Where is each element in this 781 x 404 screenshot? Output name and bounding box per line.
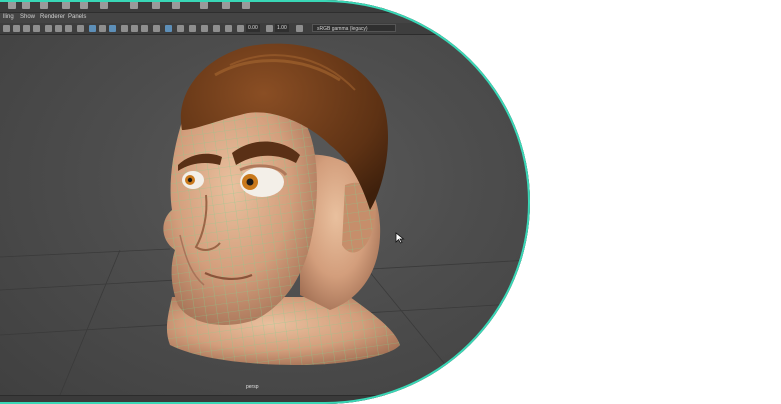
- exposure-field[interactable]: 0.00: [246, 24, 260, 32]
- shelf-tool-icon[interactable]: [62, 1, 70, 9]
- shelf-tool-icon[interactable]: [100, 1, 108, 9]
- exposure-icon[interactable]: [237, 25, 244, 32]
- shelf-tool-icon[interactable]: [22, 1, 30, 9]
- mouse-cursor-icon: [395, 232, 405, 244]
- camera-icon[interactable]: [45, 25, 52, 32]
- menu-item-lighting[interactable]: lling: [3, 14, 14, 20]
- maya-window: lling Show Renderer Panels 0.00 1.00 sRG…: [0, 0, 530, 404]
- shelf-tool-icon[interactable]: [130, 1, 138, 9]
- menu-item-renderer[interactable]: Renderer: [40, 14, 65, 20]
- wireframe-on-shaded-icon[interactable]: [109, 25, 116, 32]
- camera-name-label: persp: [246, 384, 259, 390]
- xray-joints-icon[interactable]: [189, 25, 196, 32]
- shelf-tool-icon[interactable]: [152, 1, 160, 9]
- shelf-tool-icon[interactable]: [40, 1, 48, 9]
- shelf-tool-icon[interactable]: [172, 1, 180, 9]
- rotate-tool-icon[interactable]: [23, 25, 30, 32]
- resolution-gate-icon[interactable]: [225, 25, 232, 32]
- shelf-tool-icon[interactable]: [8, 1, 16, 9]
- gamma-icon[interactable]: [266, 25, 273, 32]
- shelf-tool-icon[interactable]: [80, 1, 88, 9]
- color-management-icon[interactable]: [296, 25, 303, 32]
- grid-icon[interactable]: [77, 25, 84, 32]
- backface-icon[interactable]: [201, 25, 208, 32]
- select-tool-icon[interactable]: [3, 25, 10, 32]
- gamma-field[interactable]: 1.00: [275, 24, 289, 32]
- isolate-select-icon[interactable]: [165, 25, 172, 32]
- menu-item-panels[interactable]: Panels: [68, 14, 86, 20]
- texture-icon[interactable]: [121, 25, 128, 32]
- shadows-icon[interactable]: [141, 25, 148, 32]
- scene-svg: [0, 43, 530, 396]
- wireframe-icon[interactable]: [89, 25, 96, 32]
- shelf-bar: [0, 0, 530, 13]
- image-plane-icon[interactable]: [65, 25, 72, 32]
- head-model[interactable]: [163, 43, 400, 365]
- xray-icon[interactable]: [177, 25, 184, 32]
- shelf-tool-icon[interactable]: [242, 1, 250, 9]
- menu-item-show[interactable]: Show: [20, 14, 35, 20]
- perspective-viewport[interactable]: [0, 35, 530, 396]
- view-transform-dropdown[interactable]: sRGB gamma (legacy): [312, 24, 396, 32]
- shelf-tool-icon[interactable]: [200, 1, 208, 9]
- smooth-shade-icon[interactable]: [99, 25, 106, 32]
- film-gate-icon[interactable]: [213, 25, 220, 32]
- lights-icon[interactable]: [131, 25, 138, 32]
- ambient-occlusion-icon[interactable]: [153, 25, 160, 32]
- timeline-strip[interactable]: [0, 395, 530, 404]
- panel-toolbar: 0.00 1.00 sRGB gamma (legacy): [0, 23, 530, 35]
- move-tool-icon[interactable]: [13, 25, 20, 32]
- shelf-tool-icon[interactable]: [222, 1, 230, 9]
- scale-tool-icon[interactable]: [33, 25, 40, 32]
- bookmark-icon[interactable]: [55, 25, 62, 32]
- panel-menu-bar: lling Show Renderer Panels: [0, 13, 530, 23]
